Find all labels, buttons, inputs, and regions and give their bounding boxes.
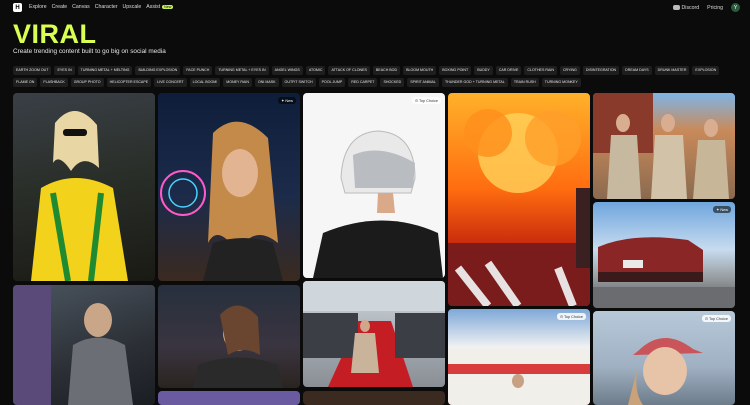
card-thumbnail [593, 237, 735, 308]
gallery-card-car-interior[interactable] [13, 285, 155, 405]
discord-icon [672, 4, 680, 10]
card-thumbnail [628, 337, 703, 405]
card-thumbnail [448, 349, 590, 405]
nav-character[interactable]: Character [95, 4, 118, 10]
effect-chip[interactable]: Turning Metal + Eyes In [215, 66, 269, 75]
card-thumbnail [13, 285, 133, 405]
effect-chip[interactable]: Train Rush [510, 78, 539, 87]
new-tag: ✦ New [278, 97, 296, 104]
top-choice-label: Top Choice [419, 99, 438, 103]
effect-chip[interactable]: Bloom Mouth [403, 66, 437, 75]
top-choice-label: Top Choice [564, 315, 583, 319]
card-thumbnail [593, 93, 729, 199]
effect-chip[interactable]: Pool Jump [318, 78, 346, 87]
effect-chip[interactable]: Drunk Master [654, 66, 690, 75]
effect-chip[interactable]: Atomic [305, 66, 326, 75]
effect-chip-list: Earth Zoom Out Eyes In Turning Metal + Mel… [13, 66, 737, 87]
effect-chip[interactable]: Earth Zoom Out [13, 66, 52, 75]
nav-create[interactable]: Create [52, 4, 68, 10]
effect-chip[interactable]: Buddy [474, 66, 493, 75]
effect-chip[interactable]: Crying [559, 66, 580, 75]
effect-chip[interactable]: Explosion [692, 66, 720, 75]
gallery-card-diner[interactable]: ⊙ Top Choice [448, 309, 590, 405]
pricing-link[interactable]: Pricing [707, 5, 723, 11]
gallery-card-sunglasses-girl[interactable] [13, 93, 155, 281]
gallery-card-explosion[interactable] [448, 93, 590, 306]
effect-chip[interactable]: Turning Monkey [541, 78, 581, 87]
effect-chip[interactable]: Boxing Point [439, 66, 472, 75]
nav-upscale[interactable]: Upscale [123, 4, 142, 10]
effect-chip[interactable]: Flame On [13, 78, 38, 87]
card-thumbnail [448, 109, 590, 306]
effect-chip[interactable]: Money Rain [223, 78, 252, 87]
video-gallery: ✦ New ⊙ Top Choice ⊙ Top Choice ✦ New ⊙ … [13, 93, 737, 405]
gallery-card-helmet[interactable]: ⊙ Top Choice [303, 93, 445, 278]
nav-canvas[interactable]: Canvas [72, 4, 90, 10]
effect-chip[interactable]: Flashback [40, 78, 68, 87]
effect-chip[interactable]: Beach Bod [372, 66, 401, 75]
gallery-card-red-carpet[interactable] [303, 281, 445, 387]
top-navigation-bar: H Explore Create Canvas Character Upscal… [0, 0, 750, 16]
top-choice-tag: ⊙ Top Choice [556, 313, 586, 320]
gallery-card-cap-portrait[interactable]: ⊙ Top Choice [593, 311, 735, 405]
gallery-card-group-photo[interactable] [593, 93, 735, 199]
top-choice-tag: ⊙ Top Choice [411, 97, 441, 104]
card-thumbnail [193, 305, 283, 388]
app-logo[interactable]: H [13, 3, 22, 12]
effect-chip[interactable]: Oni Mask [254, 78, 279, 87]
gallery-card-partial-3[interactable] [303, 391, 445, 405]
effect-chip[interactable]: Car Drive [495, 66, 522, 75]
effect-chip[interactable]: Clothes Rain [524, 66, 557, 75]
effect-chip[interactable]: Eyes In [54, 66, 75, 75]
effect-chip[interactable]: Group Photo [70, 78, 104, 87]
gallery-card-partial[interactable] [158, 391, 300, 405]
new-badge: New [162, 5, 174, 9]
gallery-card-carnival-girl[interactable]: ✦ New [158, 93, 300, 281]
gallery-card-red-car[interactable]: ✦ New [593, 202, 735, 308]
new-tag: ✦ New [713, 206, 731, 213]
effect-chip[interactable]: Spirit Animal [407, 78, 439, 87]
new-tag-label: New [285, 99, 293, 103]
effect-chip[interactable]: Outfit Switch [281, 78, 316, 87]
discord-link[interactable]: Discord [672, 4, 700, 11]
card-thumbnail [160, 121, 283, 281]
nav-explore[interactable]: Explore [29, 4, 47, 10]
effect-chip[interactable]: Local Boom! [189, 78, 221, 87]
page-title: VIRAL [13, 19, 97, 49]
top-choice-tag: ⊙ Top Choice [701, 315, 731, 322]
card-thumbnail [31, 110, 128, 281]
effect-chip[interactable]: Face Punch [183, 66, 213, 75]
avatar[interactable]: Y [731, 3, 740, 12]
gallery-card-night-portrait[interactable] [158, 285, 300, 388]
nav-assist[interactable]: Assist New [146, 4, 174, 10]
main-nav: Explore Create Canvas Character Upscale … [29, 4, 174, 10]
top-choice-label: Top Choice [709, 317, 728, 321]
discord-label: Discord [681, 4, 700, 11]
effect-chip[interactable]: Dream Days [622, 66, 652, 75]
effect-chip[interactable]: Red Carpet [348, 78, 378, 87]
effect-chip[interactable]: Disintegration [582, 66, 620, 75]
effect-chip[interactable]: Attack of Clones [328, 66, 370, 75]
effect-chip[interactable]: Shocked [380, 78, 405, 87]
effect-chip[interactable]: Building Explosion [135, 66, 181, 75]
effect-chip[interactable]: Helicopter Escape [106, 78, 152, 87]
card-thumbnail [313, 130, 443, 278]
nav-assist-label: Assist [146, 4, 161, 10]
effect-chip[interactable]: Thunder God + Turning Metal [441, 78, 508, 87]
page-subtitle: Create trending content built to go big … [13, 48, 166, 55]
effect-chip[interactable]: Live Concert [154, 78, 187, 87]
card-thumbnail [303, 281, 445, 387]
top-right-actions: Discord Pricing Y [672, 3, 740, 12]
new-tag-label: New [720, 208, 728, 212]
effect-chip[interactable]: Angel Wings [271, 66, 303, 75]
effect-chip[interactable]: Turning Metal + Melting [77, 66, 133, 75]
